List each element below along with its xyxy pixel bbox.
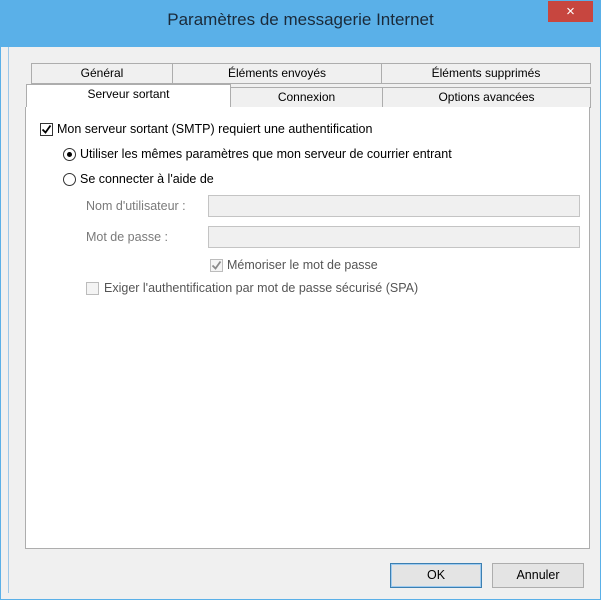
username-field[interactable]	[208, 195, 580, 217]
tab-connection[interactable]: Connexion	[230, 87, 383, 108]
close-button[interactable]: ×	[548, 1, 593, 22]
login-with-label: Se connecter à l'aide de	[80, 172, 214, 186]
radio-selected-dot	[67, 152, 72, 157]
close-icon: ×	[566, 3, 575, 20]
smtp-auth-label: Mon serveur sortant (SMTP) requiert une …	[57, 122, 373, 136]
cancel-button[interactable]: Annuler	[492, 563, 584, 588]
password-label: Mot de passe :	[86, 230, 168, 244]
smtp-auth-checkbox[interactable]	[40, 123, 53, 136]
tab-general[interactable]: Général	[31, 63, 173, 84]
title-bar[interactable]: Paramètres de messagerie Internet ×	[1, 1, 600, 47]
ok-button[interactable]: OK	[390, 563, 482, 588]
username-label: Nom d'utilisateur :	[86, 199, 186, 213]
tab-panel-outgoing-server: Mon serveur sortant (SMTP) requiert une …	[25, 107, 590, 549]
check-icon	[211, 260, 222, 270]
tab-advanced-options[interactable]: Options avancées	[382, 87, 591, 108]
tab-deleted-items[interactable]: Éléments supprimés	[381, 63, 591, 84]
check-icon	[41, 124, 52, 134]
dialog-window: Paramètres de messagerie Internet × Géné…	[0, 0, 601, 600]
spa-label: Exiger l'authentification par mot de pas…	[104, 281, 419, 295]
remember-password-checkbox[interactable]	[210, 259, 223, 272]
tab-sent-items[interactable]: Éléments envoyés	[172, 63, 382, 84]
window-title: Paramètres de messagerie Internet	[167, 10, 434, 29]
login-with-radio[interactable]	[63, 173, 76, 186]
same-settings-radio[interactable]	[63, 148, 76, 161]
same-settings-label: Utiliser les mêmes paramètres que mon se…	[80, 147, 452, 161]
tab-outgoing-server[interactable]: Serveur sortant	[26, 84, 231, 107]
spa-checkbox[interactable]	[86, 282, 99, 295]
password-field[interactable]	[208, 226, 580, 248]
remember-password-label: Mémoriser le mot de passe	[227, 258, 378, 272]
